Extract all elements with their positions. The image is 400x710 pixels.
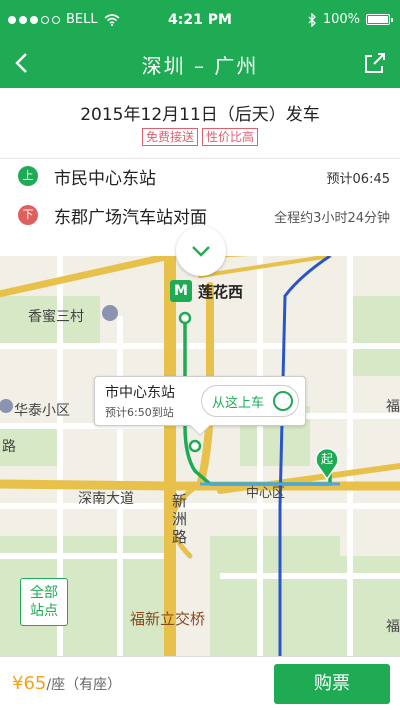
battery-icon	[366, 14, 393, 25]
start-pin-label: 起	[321, 452, 333, 466]
metro-station-name: 莲花西	[198, 282, 244, 301]
map-label-zhongxin: 中心区	[246, 486, 286, 501]
board-badge-icon: 上	[18, 166, 38, 186]
page-title: 深圳 – 广州	[141, 54, 259, 78]
status-bar: BELL 4:21 PM 100%	[0, 0, 400, 40]
board-here-label: 从这上车	[212, 396, 265, 411]
all-stops-button[interactable]: 全部 站点	[20, 578, 68, 626]
metro-station-marker[interactable]: M 莲花西	[170, 280, 243, 302]
battery-percent: 100%	[322, 12, 360, 27]
price-amount: ¥65	[12, 673, 47, 694]
app-header: BELL 4:21 PM 100% 深圳 – 广州	[0, 0, 400, 88]
board-here-button[interactable]: 从这上车	[201, 385, 299, 417]
purchase-bar: ¥65/座（有座） 购票	[0, 656, 400, 710]
metro-icon: M	[170, 280, 192, 302]
tag-free-transfer: 免费接送	[141, 128, 198, 146]
boarding-stop-row[interactable]: 上 市民中心东站 预计06:45	[0, 158, 400, 192]
route-map[interactable]: M 莲花西 香蜜三村 华泰小区 路 深南大道 新 洲 路 中心区 福新立交桥 福…	[0, 256, 400, 656]
map-label-fu-2: 福	[386, 619, 400, 635]
price-unit: /座（有座）	[46, 677, 122, 693]
navigation-bar: 深圳 – 广州	[0, 40, 400, 86]
all-stops-label: 全部 站点	[30, 585, 58, 619]
status-right: 100%	[307, 12, 393, 27]
callout-stop-name: 市中心东站	[105, 385, 175, 401]
map-label-huatai: 华泰小区	[14, 403, 70, 419]
callout-eta: 预计6:50到站	[105, 406, 174, 419]
alight-badge-icon: 下	[18, 205, 38, 225]
map-label-xiangmi: 香蜜三村	[28, 309, 84, 325]
map-label-lu: 路	[2, 439, 16, 455]
departure-date: 2015年12月11日（后天）发车	[80, 105, 320, 125]
map-label-fuxin: 福新立交桥	[130, 610, 206, 628]
price-display: ¥65/座（有座）	[12, 673, 121, 694]
alighting-stop-name: 东郡广场汽车站对面	[54, 208, 207, 228]
boarding-stop-name: 市民中心东站	[54, 169, 156, 189]
map-label-xinzhou: 新 洲 路	[172, 492, 188, 546]
share-button[interactable]	[360, 48, 390, 78]
trip-duration: 全程约3小时24分钟	[274, 211, 390, 226]
expand-chevron-button[interactable]	[176, 226, 226, 276]
start-pin-icon[interactable]: 起	[314, 446, 340, 480]
radio-circle-icon	[273, 391, 293, 411]
boarding-eta: 预计06:45	[326, 172, 390, 187]
map-label-fu-1: 福	[386, 399, 400, 415]
stop-callout: 市中心东站 预计6:50到站 从这上车	[94, 376, 306, 436]
tag-value: 性价比高	[202, 128, 259, 146]
buy-ticket-button[interactable]: 购票	[274, 664, 390, 704]
map-label-shennan: 深南大道	[78, 491, 134, 507]
bluetooth-icon	[308, 12, 316, 27]
tag-list: 免费接送 性价比高	[0, 128, 400, 146]
